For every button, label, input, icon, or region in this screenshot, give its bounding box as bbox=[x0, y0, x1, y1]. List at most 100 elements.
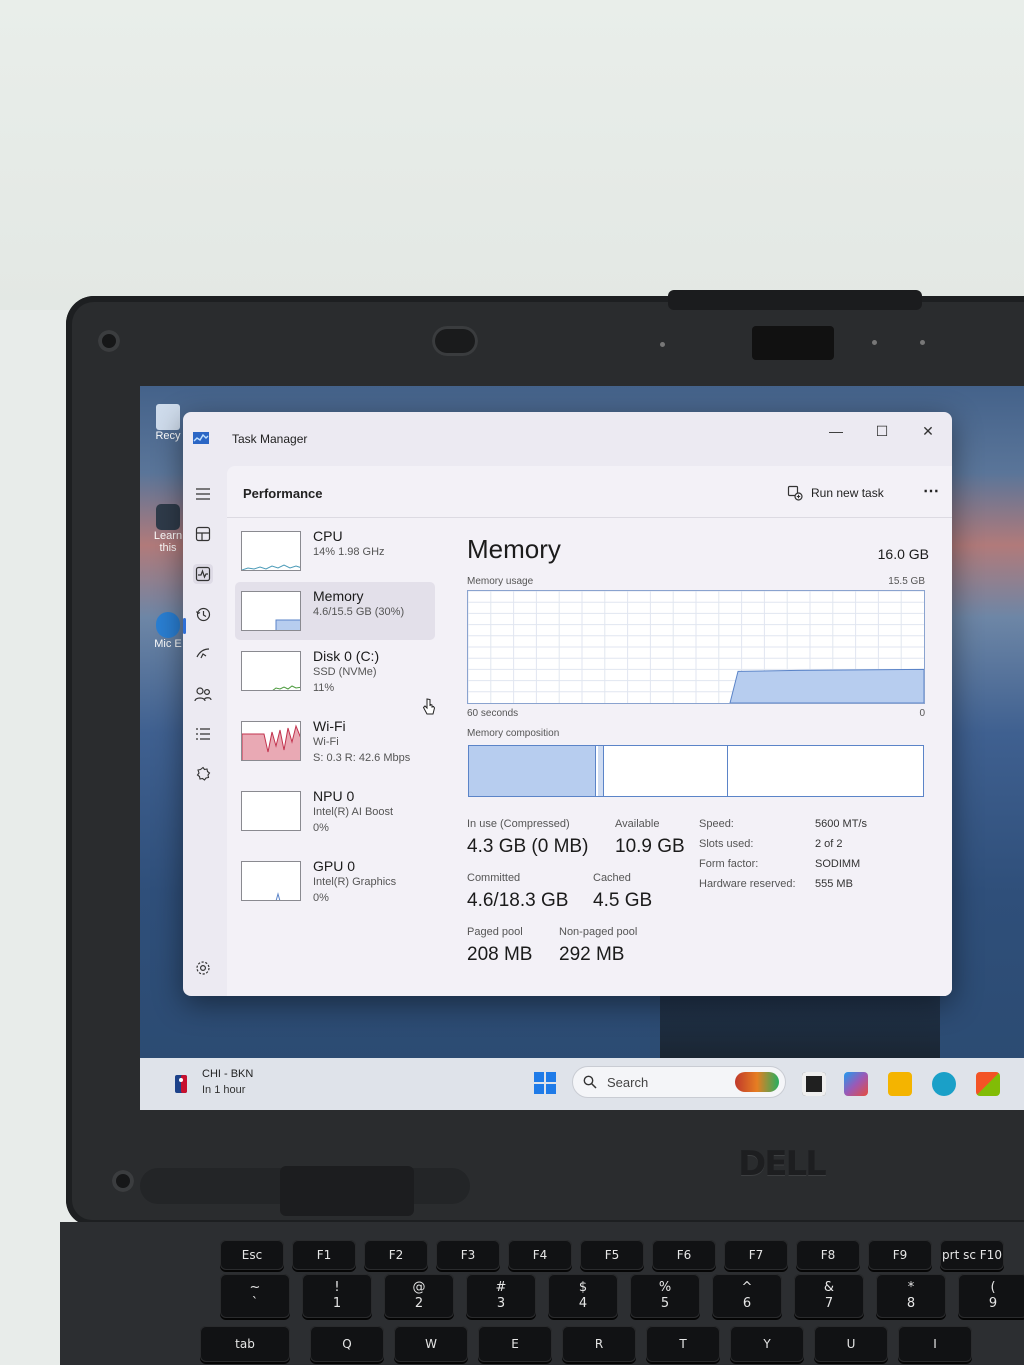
nav-details[interactable] bbox=[193, 724, 213, 744]
key-glyph: 8 bbox=[906, 1296, 916, 1311]
nav-app-history[interactable] bbox=[193, 604, 213, 624]
desktop-screen: Recy Learn this Mic E Task Manager — ☐ ✕ bbox=[140, 386, 1024, 1110]
taskbar-search[interactable]: Search bbox=[572, 1066, 786, 1098]
nav-startup-apps[interactable] bbox=[193, 644, 213, 664]
maximize-button[interactable]: ☐ bbox=[860, 418, 904, 444]
committed-label: Committed bbox=[467, 872, 521, 884]
settings-icon bbox=[196, 961, 210, 975]
memory-composition-bar[interactable] bbox=[468, 745, 924, 797]
brand-logo: DELL bbox=[738, 1144, 827, 1184]
composition-modified bbox=[598, 746, 604, 796]
desktop-icon-edge[interactable]: Mic E bbox=[148, 612, 188, 650]
key-i: I bbox=[898, 1326, 972, 1362]
page-title: Performance bbox=[243, 486, 323, 501]
device-detail: S: 0.3 R: 42.6 Mbps bbox=[313, 752, 411, 764]
device-name: NPU 0 bbox=[313, 788, 355, 804]
committed-value: 4.6/18.3 GB bbox=[467, 890, 569, 911]
nav-services[interactable] bbox=[193, 764, 213, 784]
news-widget-subtitle: In 1 hour bbox=[202, 1084, 246, 1096]
device-thumbnail bbox=[241, 791, 301, 831]
device-item-cpu[interactable]: CPU 14% 1.98 GHz bbox=[235, 522, 435, 580]
news-widget-title[interactable]: CHI - BKN bbox=[202, 1068, 253, 1080]
camera-shutter bbox=[432, 326, 478, 356]
key-glyph: @ bbox=[412, 1280, 426, 1295]
desktop-icon-label: Learn this bbox=[153, 530, 183, 554]
sensor-dot bbox=[872, 340, 877, 345]
spec-value: SODIMM bbox=[815, 858, 861, 870]
memory-detail: Memory 16.0 GB Memory usage 15.5 GB 60 s… bbox=[459, 522, 939, 992]
device-item-disk-0-c[interactable]: Disk 0 (C:) SSD (NVMe) 11% bbox=[235, 642, 435, 700]
keyboard: Esc F1 F2 F3 F4 F5 F6 F7 F8 F9 prt sc F10 ~ `! 1 @2 #3… bbox=[60, 1222, 1024, 1365]
non-paged-pool-label: Non-paged pool bbox=[559, 926, 638, 938]
device-sparkline bbox=[275, 619, 300, 630]
device-detail: 0% bbox=[313, 822, 329, 834]
key-glyph: ^ bbox=[741, 1280, 753, 1295]
performance-icon bbox=[195, 566, 211, 582]
key-y: Y bbox=[730, 1326, 804, 1362]
key-t: T bbox=[646, 1326, 720, 1362]
file-explorer-icon[interactable] bbox=[888, 1072, 912, 1096]
run-new-task-button[interactable]: Run new task bbox=[787, 482, 884, 504]
memory-usage-area bbox=[729, 668, 925, 704]
users-icon bbox=[194, 687, 212, 702]
bezel-screw bbox=[112, 1170, 134, 1192]
spec-value: 5600 MT/s bbox=[815, 818, 867, 830]
desktop-icon-learn[interactable]: Learn this bbox=[148, 504, 188, 554]
nav-settings[interactable] bbox=[195, 960, 215, 980]
key-glyph: # bbox=[495, 1280, 507, 1295]
copilot-icon[interactable] bbox=[844, 1072, 868, 1096]
device-item-gpu-0[interactable]: GPU 0 Intel(R) Graphics 0% bbox=[235, 852, 435, 910]
available-label: Available bbox=[615, 818, 660, 830]
wall-background bbox=[0, 0, 1024, 310]
window-title: Task Manager bbox=[232, 432, 308, 446]
key-e: E bbox=[478, 1326, 552, 1362]
key-6: ^ 6 bbox=[712, 1274, 782, 1318]
store-icon[interactable] bbox=[976, 1072, 1000, 1096]
title-bar[interactable]: Task Manager — ☐ ✕ bbox=[183, 412, 952, 466]
key-tab: tab bbox=[200, 1326, 290, 1362]
detail-title: Memory bbox=[467, 534, 561, 564]
key-glyph: % bbox=[658, 1280, 672, 1295]
key-glyph: & bbox=[823, 1280, 835, 1295]
device-item-npu-0[interactable]: NPU 0 Intel(R) AI Boost 0% bbox=[235, 782, 435, 840]
start-button[interactable] bbox=[534, 1072, 556, 1094]
edge-browser-icon[interactable] bbox=[932, 1072, 956, 1096]
nav-processes[interactable] bbox=[193, 524, 213, 544]
composition-standby-divider bbox=[727, 746, 728, 796]
close-icon: ✕ bbox=[922, 422, 934, 439]
minimize-button[interactable]: — bbox=[814, 418, 858, 444]
nav-menu-button[interactable] bbox=[193, 484, 213, 504]
cached-value: 4.5 GB bbox=[593, 890, 653, 911]
performance-pane: Performance Run new task ⋯ CPU 14% 1.98 G… bbox=[227, 466, 952, 996]
nba-icon[interactable] bbox=[174, 1074, 188, 1094]
key-f6: F6 bbox=[652, 1240, 716, 1270]
close-button[interactable]: ✕ bbox=[906, 418, 950, 444]
key-glyph: ~ bbox=[249, 1280, 261, 1295]
desktop-icon-recycle-bin[interactable]: Recy bbox=[148, 404, 188, 442]
device-item-wi-fi[interactable]: Wi-Fi Wi-Fi S: 0.3 R: 42.6 Mbps bbox=[235, 712, 435, 770]
cached-label: Cached bbox=[593, 872, 631, 884]
device-thumbnail bbox=[241, 721, 301, 761]
key-esc: Esc bbox=[220, 1240, 284, 1270]
maximize-icon: ☐ bbox=[875, 422, 889, 439]
nav-rail bbox=[183, 466, 227, 996]
device-thumbnail bbox=[241, 651, 301, 691]
more-options-button[interactable]: ⋯ bbox=[917, 478, 945, 504]
key-glyph: ! bbox=[334, 1280, 340, 1295]
spec-label: Hardware reserved: bbox=[699, 878, 796, 890]
minimize-icon: — bbox=[829, 423, 843, 439]
usage-graph-label: Memory usage bbox=[467, 576, 534, 587]
more-icon: ⋯ bbox=[923, 483, 939, 500]
search-highlight-icon bbox=[735, 1072, 779, 1092]
task-view-icon[interactable] bbox=[802, 1072, 826, 1096]
nav-users[interactable] bbox=[193, 684, 213, 704]
nav-performance[interactable] bbox=[193, 564, 213, 584]
webcam-module bbox=[752, 326, 834, 360]
key-glyph: 3 bbox=[496, 1296, 506, 1311]
key-`: ~ ` bbox=[220, 1274, 290, 1318]
key-f3: F3 bbox=[436, 1240, 500, 1270]
device-name: CPU bbox=[313, 528, 343, 544]
device-item-memory[interactable]: Memory 4.6/15.5 GB (30%) bbox=[235, 582, 435, 640]
non-paged-pool-value: 292 MB bbox=[559, 944, 625, 965]
composition-in-use bbox=[469, 746, 596, 796]
